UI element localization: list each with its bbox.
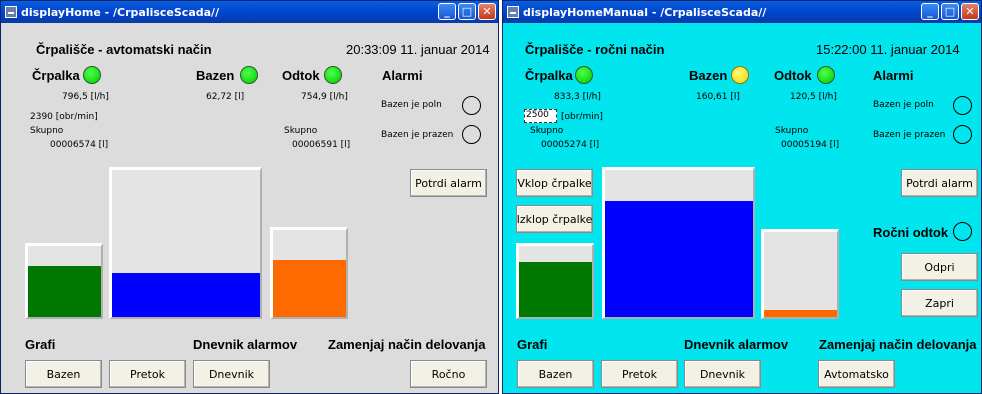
pool-label: Bazen <box>689 68 728 83</box>
pump-total-label: Skupno <box>30 126 64 136</box>
drain-total-label: Skupno <box>284 126 318 136</box>
window-manual-mode: displayHomeManual - /CrpalisceScada// _ … <box>502 0 982 394</box>
page-title: Črpališče - ročni način <box>525 42 665 57</box>
pool-graph-button[interactable]: Bazen <box>517 360 594 388</box>
clock: 15:22:00 11. januar 2014 <box>816 42 960 57</box>
maximize-icon[interactable]: □ <box>941 3 959 20</box>
alarm-pool-empty-indicator <box>953 125 972 144</box>
window-auto-mode: displayHome - /CrpalisceScada// _ □ ✕ Čr… <box>0 0 499 394</box>
pump-tank <box>516 243 594 319</box>
pump-on-button[interactable]: Vklop črpalke <box>516 169 593 197</box>
drain-label: Odtok <box>774 68 812 83</box>
alarms-label: Alarmi <box>873 68 914 83</box>
mode-switch-label: Zamenjaj način delovanja <box>819 337 977 352</box>
minimize-icon[interactable]: _ <box>921 3 939 20</box>
drain-total-label: Skupno <box>775 126 809 136</box>
mode-switch-label: Zamenjaj način delovanja <box>328 337 486 352</box>
confirm-alarm-button[interactable]: Potrdi alarm <box>901 169 978 197</box>
manual-drain-indicator <box>953 222 972 241</box>
drain-total: 00006591 [l] <box>292 140 351 150</box>
titlebar[interactable]: displayHomeManual - /CrpalisceScada// _ … <box>503 1 981 23</box>
drain-tank <box>761 229 839 319</box>
pump-status-led <box>83 66 101 84</box>
pump-rpm: 2390 [obr/min] <box>30 112 98 122</box>
alarm-pool-full-indicator <box>953 96 972 115</box>
graphs-label: Grafi <box>517 337 548 352</box>
pool-tank <box>109 167 262 319</box>
confirm-alarm-button[interactable]: Potrdi alarm <box>410 169 487 197</box>
pool-volume: 160,61 [l] <box>696 92 740 102</box>
pump-label: Črpalka <box>32 68 80 83</box>
pump-total: 00006574 [l] <box>50 140 109 150</box>
pool-tank <box>602 167 755 319</box>
drain-tank <box>270 227 348 319</box>
pool-status-led <box>240 66 258 84</box>
app-icon <box>507 6 519 18</box>
alarm-log-label: Dnevnik alarmov <box>193 337 298 352</box>
alarm-pool-full-indicator <box>462 96 481 115</box>
pump-flow: 833,3 [l/h] <box>554 92 601 102</box>
flow-graph-button[interactable]: Pretok <box>109 360 186 388</box>
drain-flow: 120,5 [l/h] <box>790 92 837 102</box>
drain-flow: 754,9 [l/h] <box>301 92 348 102</box>
alarm-pool-empty-label: Bazen je prazen <box>873 130 946 140</box>
alarm-pool-full-label: Bazen je poln <box>873 100 934 110</box>
window-title: displayHomeManual - /CrpalisceScada// <box>523 5 767 19</box>
close-icon[interactable]: ✕ <box>478 3 496 20</box>
pump-total: 00005274 [l] <box>541 140 600 150</box>
minimize-icon[interactable]: _ <box>438 3 456 20</box>
pump-total-label: Skupno <box>530 126 564 136</box>
alarm-pool-empty-label: Bazen je prazen <box>381 130 454 140</box>
graphs-label: Grafi <box>25 337 56 352</box>
drain-tank-level <box>764 310 837 317</box>
alarm-log-label: Dnevnik alarmov <box>684 337 789 352</box>
pump-tank-level <box>519 261 592 317</box>
drain-status-led <box>817 66 835 84</box>
drain-open-button[interactable]: Odpri <box>901 253 978 281</box>
drain-label: Odtok <box>282 68 320 83</box>
window-title: displayHome - /CrpalisceScada// <box>21 5 220 19</box>
alarm-log-button[interactable]: Dnevnik <box>193 360 270 388</box>
clock: 20:33:09 11. januar 2014 <box>346 42 490 57</box>
alarms-label: Alarmi <box>382 68 423 83</box>
rpm-input[interactable]: 2500 <box>524 109 557 123</box>
close-icon[interactable]: ✕ <box>961 3 979 20</box>
switch-to-manual-button[interactable]: Ročno <box>410 360 487 388</box>
flow-graph-button[interactable]: Pretok <box>601 360 678 388</box>
pump-off-button[interactable]: Izklop črpalke <box>516 205 593 233</box>
pool-tank-level <box>112 272 260 317</box>
pool-tank-level <box>605 200 753 317</box>
drain-total: 00005194 [l] <box>781 140 840 150</box>
manual-drain-label: Ročni odtok <box>873 225 949 240</box>
pump-status-led <box>575 66 593 84</box>
pump-tank <box>25 243 103 319</box>
drain-tank-level <box>273 259 346 317</box>
pump-tank-level <box>28 265 101 317</box>
titlebar[interactable]: displayHome - /CrpalisceScada// _ □ ✕ <box>1 1 498 23</box>
alarm-pool-empty-indicator <box>462 125 481 144</box>
drain-status-led <box>324 66 342 84</box>
alarm-log-button[interactable]: Dnevnik <box>684 360 761 388</box>
page-title: Črpališče - avtomatski način <box>36 42 212 57</box>
alarm-pool-full-label: Bazen je poln <box>381 100 442 110</box>
pool-label: Bazen <box>196 68 235 83</box>
pump-label: Črpalka <box>525 68 573 83</box>
maximize-icon[interactable]: □ <box>458 3 476 20</box>
pool-graph-button[interactable]: Bazen <box>25 360 102 388</box>
pump-flow: 796,5 [l/h] <box>62 92 109 102</box>
rpm-unit: [obr/min] <box>561 112 603 122</box>
drain-close-button[interactable]: Zapri <box>901 289 978 317</box>
pool-volume: 62,72 [l] <box>206 92 245 102</box>
pool-status-led <box>731 66 749 84</box>
app-icon <box>5 6 17 18</box>
switch-to-auto-button[interactable]: Avtomatsko <box>818 360 895 388</box>
